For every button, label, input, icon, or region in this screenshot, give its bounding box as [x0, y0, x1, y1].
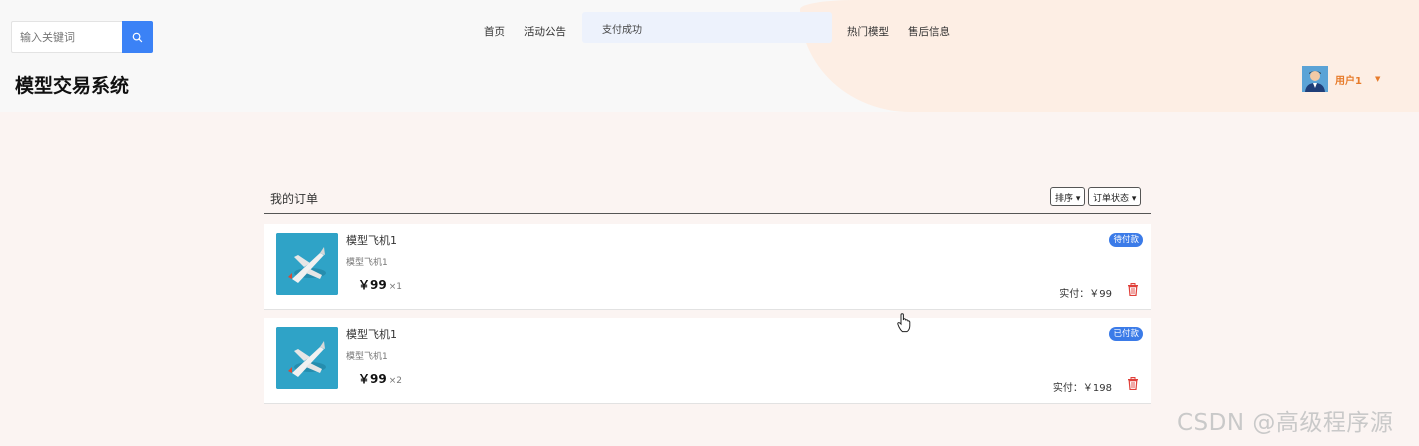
paid-value: ￥99 [1089, 289, 1112, 300]
status-label: 订单状态 [1093, 194, 1130, 204]
product-subtitle: 模型飞机1 [346, 352, 388, 362]
nav-home[interactable]: 首页 [484, 24, 505, 39]
paid-label: 实付： [1052, 383, 1083, 394]
paid-label: 实付： [1059, 289, 1090, 300]
product-name[interactable]: 模型飞机1 [346, 232, 397, 248]
trash-icon[interactable] [1127, 377, 1139, 390]
sort-label: 排序 [1055, 194, 1074, 204]
nav-after-sales[interactable]: 售后信息 [908, 24, 950, 39]
hand-cursor-icon [897, 313, 911, 333]
orders-title: 我的订单 [270, 192, 319, 206]
search-button[interactable] [122, 21, 153, 53]
status-dropdown[interactable]: 订单状态 ▾ [1088, 187, 1142, 206]
avatar [1302, 66, 1328, 92]
price-value: ￥99 [358, 278, 387, 292]
header-decoration [800, 0, 1419, 112]
toast-message: 支付成功 [582, 12, 832, 43]
search-input[interactable] [11, 21, 122, 53]
paid-amount: 实付：￥99 [1059, 285, 1112, 300]
product-name[interactable]: 模型飞机1 [346, 326, 397, 342]
order-card[interactable]: 模型飞机1 模型飞机1 ￥99 ×1 待付款 实付：￥99 [264, 224, 1151, 310]
chevron-down-icon[interactable]: ▼ [1375, 75, 1380, 83]
product-price: ￥99 ×1 [358, 276, 402, 293]
paid-amount: 实付：￥198 [1053, 379, 1112, 394]
product-quantity: ×1 [388, 282, 402, 292]
sort-dropdown[interactable]: 排序 ▾ [1050, 187, 1086, 206]
orders-panel: 我的订单 排序 ▾ 订单状态 ▾ 模型飞机1 模型飞机1 ￥99 ×1 待付款 实… [264, 182, 1151, 404]
order-card[interactable]: 模型飞机1 模型飞机1 ￥99 ×2 已付款 实付：￥198 [264, 318, 1151, 404]
paid-value: ￥198 [1082, 383, 1112, 394]
status-badge: 已付款 [1109, 327, 1143, 341]
user-menu[interactable]: 用户1 ▼ [1302, 66, 1380, 92]
search-icon [132, 32, 143, 42]
product-subtitle: 模型飞机1 [346, 258, 388, 268]
product-image [276, 233, 338, 295]
trash-icon[interactable] [1127, 283, 1139, 296]
product-price: ￥99 ×2 [358, 370, 402, 387]
nav-announcements[interactable]: 活动公告 [524, 24, 566, 39]
search-bar [11, 21, 153, 53]
product-quantity: ×2 [388, 376, 402, 386]
price-value: ￥99 [358, 372, 387, 386]
watermark: CSDN @高级程序源 [1177, 410, 1394, 436]
status-badge: 待付款 [1109, 233, 1143, 247]
caret-down-icon: ▾ [1075, 194, 1081, 204]
user-name: 用户1 [1335, 75, 1362, 87]
site-title: 模型交易系统 [15, 75, 130, 97]
product-image [276, 327, 338, 389]
caret-down-icon: ▾ [1131, 194, 1137, 204]
orders-header: 我的订单 排序 ▾ 订单状态 ▾ [264, 182, 1151, 214]
nav-hot-models[interactable]: 热门模型 [847, 24, 889, 39]
